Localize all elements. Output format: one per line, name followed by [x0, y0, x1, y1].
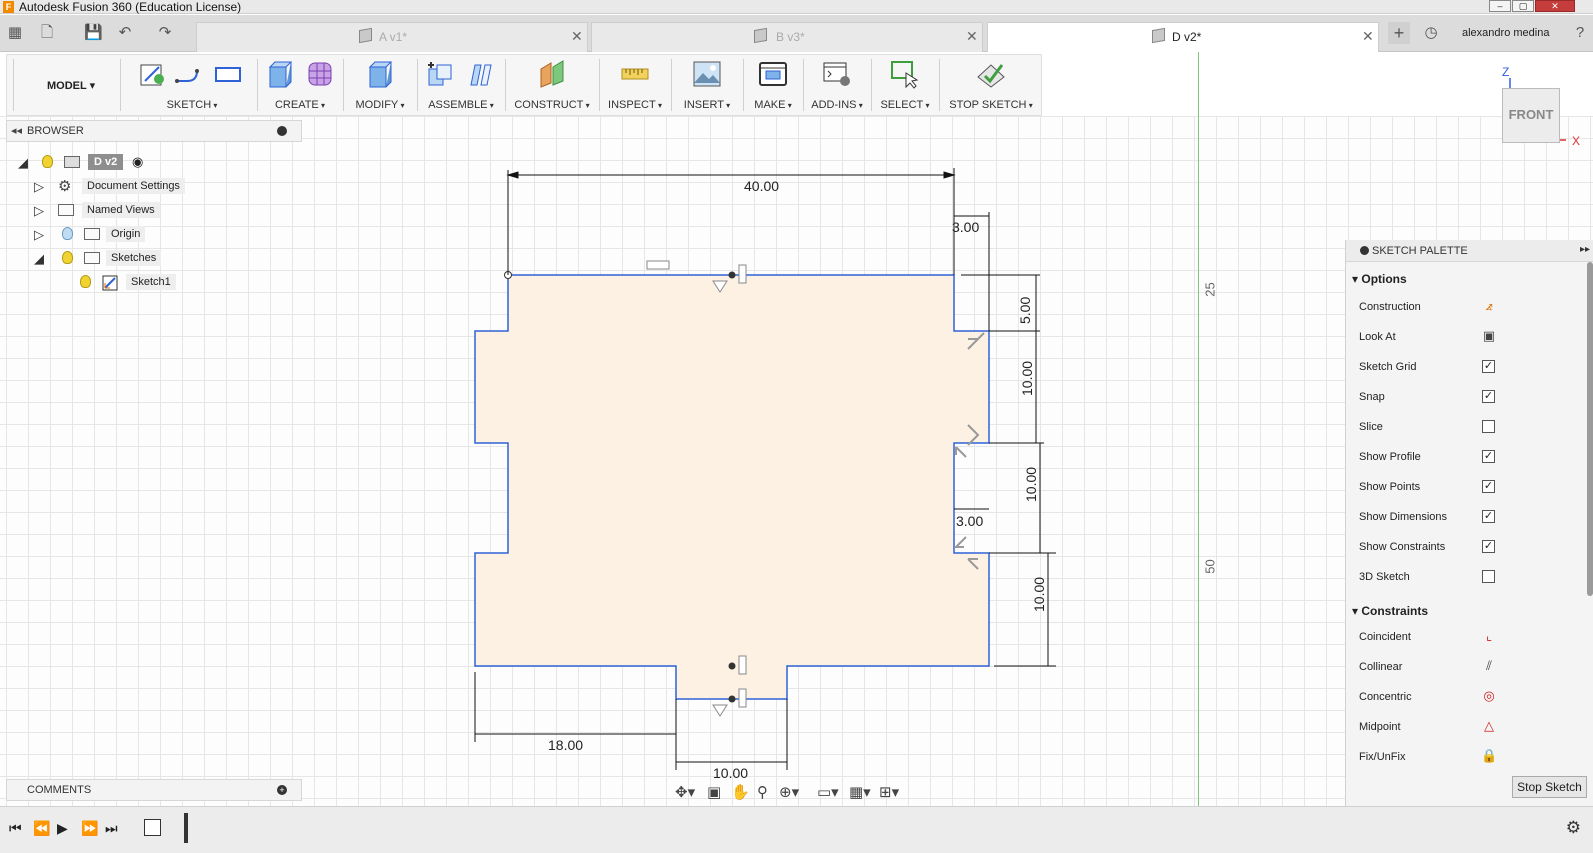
- constraint-label: Coincident: [1359, 631, 1411, 643]
- palette-option-label: Look At: [1359, 331, 1396, 343]
- z-axis-label: Z: [1502, 65, 1509, 79]
- horizontal-constraint-icon[interactable]: [646, 260, 670, 270]
- palette-option-label: Snap: [1359, 391, 1385, 403]
- dimension-notch-mid[interactable]: 3.00: [956, 513, 983, 529]
- dimension-width-total[interactable]: 40.00: [744, 178, 779, 194]
- stop-sketch-button[interactable]: Stop Sketch: [1512, 776, 1587, 798]
- dimension-seg-middle[interactable]: 10.00: [1023, 467, 1039, 502]
- sketch-profile[interactable]: [474, 274, 990, 700]
- palette-option-3d-sketch[interactable]: 3D Sketch: [1359, 568, 1579, 588]
- dimension-notch-top[interactable]: 3.00: [952, 219, 979, 235]
- dimension-bottom-left[interactable]: 18.00: [548, 737, 583, 753]
- dimension-bottom-tab[interactable]: 10.00: [713, 765, 748, 781]
- display-settings-icon[interactable]: ▭▾: [817, 783, 839, 801]
- dimension-seg-lower[interactable]: 10.00: [1031, 577, 1047, 612]
- go-to-end-icon[interactable]: ⏭: [105, 820, 118, 837]
- palette-scrollbar[interactable]: [1587, 262, 1593, 596]
- palette-option-look-at[interactable]: Look At ▣: [1359, 328, 1579, 348]
- constraints-section-title: Constraints: [1361, 604, 1429, 618]
- minimize-palette-icon[interactable]: [1360, 246, 1369, 255]
- palette-title: SKETCH PALETTE: [1372, 245, 1468, 257]
- palette-option-snap[interactable]: Snap ✓: [1359, 388, 1579, 408]
- grid-snaps-icon[interactable]: ▦▾: [849, 783, 871, 801]
- constraint-label: Midpoint: [1359, 721, 1401, 733]
- constraint-coincident[interactable]: Coincident ⌞: [1359, 628, 1579, 648]
- checkbox[interactable]: [1482, 570, 1495, 583]
- look-at-icon[interactable]: ▣: [1481, 328, 1497, 344]
- midpoint-point[interactable]: [728, 271, 736, 279]
- constraints-section-header[interactable]: ▾ Constraints: [1352, 604, 1428, 618]
- timeline-settings-gear-icon[interactable]: ⚙: [1566, 818, 1581, 838]
- timeline-sketch-feature[interactable]: [144, 819, 161, 836]
- checkbox[interactable]: ✓: [1482, 510, 1495, 523]
- viewports-icon[interactable]: ⊞▾: [879, 783, 899, 801]
- step-forward-icon[interactable]: ⏩: [81, 820, 98, 837]
- checkbox[interactable]: ✓: [1482, 390, 1495, 403]
- palette-option-sketch-grid[interactable]: Sketch Grid ✓: [1359, 358, 1579, 378]
- sketch-palette: SKETCH PALETTE ▸▸ ▾ Options Construction…: [1345, 240, 1593, 806]
- go-to-start-icon[interactable]: ⏮: [9, 820, 22, 837]
- perpendicular-constraint-icon[interactable]: [953, 536, 967, 548]
- coincident-icon[interactable]: ⌞: [1481, 628, 1497, 644]
- palette-option-label: Slice: [1359, 421, 1383, 433]
- pan-hand-icon[interactable]: ✋: [731, 783, 750, 801]
- palette-option-label: Sketch Grid: [1359, 361, 1417, 373]
- dimension-top-height[interactable]: 5.00: [1017, 297, 1033, 324]
- checkbox[interactable]: [1482, 420, 1495, 433]
- look-at-icon[interactable]: ▣: [707, 783, 721, 801]
- concentric-icon[interactable]: ◎: [1481, 688, 1497, 704]
- collinear-icon[interactable]: ⫽: [1481, 658, 1497, 674]
- palette-header[interactable]: SKETCH PALETTE ▸▸: [1346, 240, 1593, 262]
- orbit-icon[interactable]: ✥▾: [675, 783, 695, 801]
- constraint-label: Collinear: [1359, 661, 1403, 673]
- checkbox[interactable]: ✓: [1482, 540, 1495, 553]
- checkbox[interactable]: ✓: [1482, 480, 1495, 493]
- constraint-collinear[interactable]: Collinear ⫽: [1359, 658, 1579, 678]
- timeline-bar: ⏮ ⏪ ▶ ⏩ ⏭ ⚙: [0, 806, 1593, 853]
- navigation-bar: ✥▾ ▣ ✋ ⚲ ⊕▾ ▭▾ ▦▾ ⊞▾: [673, 780, 913, 804]
- palette-option-show-dimensions[interactable]: Show Dimensions ✓: [1359, 508, 1579, 528]
- fix-constraint-icon[interactable]: [738, 688, 747, 708]
- midpoint-point[interactable]: [728, 662, 736, 670]
- palette-option-label: Show Constraints: [1359, 541, 1446, 553]
- fix-constraint-icon[interactable]: [738, 655, 747, 675]
- zoom-icon[interactable]: ⚲: [757, 783, 768, 801]
- fix-constraint-icon[interactable]: [738, 264, 747, 284]
- construction-icon[interactable]: ⦨: [1481, 298, 1497, 314]
- palette-option-label: Show Dimensions: [1359, 511, 1448, 523]
- constraint-label: Fix/UnFix: [1359, 751, 1406, 763]
- x-axis-label: X: [1572, 134, 1580, 148]
- midpoint-point[interactable]: [728, 695, 736, 703]
- expand-palette-icon[interactable]: ▸▸: [1580, 244, 1590, 255]
- step-back-icon[interactable]: ⏪: [33, 820, 50, 837]
- palette-option-show-points[interactable]: Show Points ✓: [1359, 478, 1579, 498]
- checkbox[interactable]: ✓: [1482, 450, 1495, 463]
- palette-option-construction[interactable]: Construction ⦨: [1359, 298, 1579, 318]
- timeline-marker[interactable]: [184, 813, 188, 843]
- options-section-title: Options: [1361, 272, 1407, 286]
- view-cube[interactable]: FRONT: [1502, 88, 1560, 143]
- fit-window-icon[interactable]: ⊕▾: [779, 783, 799, 801]
- palette-option-label: Show Profile: [1359, 451, 1421, 463]
- play-icon[interactable]: ▶: [57, 820, 68, 837]
- constraint-label: Concentric: [1359, 691, 1412, 703]
- options-section-header[interactable]: ▾ Options: [1352, 272, 1407, 286]
- perpendicular-constraint-icon[interactable]: [955, 446, 967, 458]
- dimension-seg-upper[interactable]: 10.00: [1019, 361, 1035, 396]
- midpoint-icon[interactable]: △: [1481, 718, 1497, 734]
- palette-option-show-constraints[interactable]: Show Constraints ✓: [1359, 538, 1579, 558]
- palette-option-show-profile[interactable]: Show Profile ✓: [1359, 448, 1579, 468]
- checkbox[interactable]: ✓: [1482, 360, 1495, 373]
- midpoint-constraint-icon[interactable]: [712, 704, 728, 717]
- constraint-midpoint[interactable]: Midpoint △: [1359, 718, 1579, 738]
- constraint-fix-unfix[interactable]: Fix/UnFix 🔒: [1359, 748, 1579, 768]
- lock-icon[interactable]: 🔒: [1481, 748, 1497, 764]
- palette-option-label: Construction: [1359, 301, 1421, 313]
- palette-option-label: Show Points: [1359, 481, 1421, 493]
- palette-option-label: 3D Sketch: [1359, 571, 1410, 583]
- constraint-concentric[interactable]: Concentric ◎: [1359, 688, 1579, 708]
- palette-option-slice[interactable]: Slice: [1359, 418, 1579, 438]
